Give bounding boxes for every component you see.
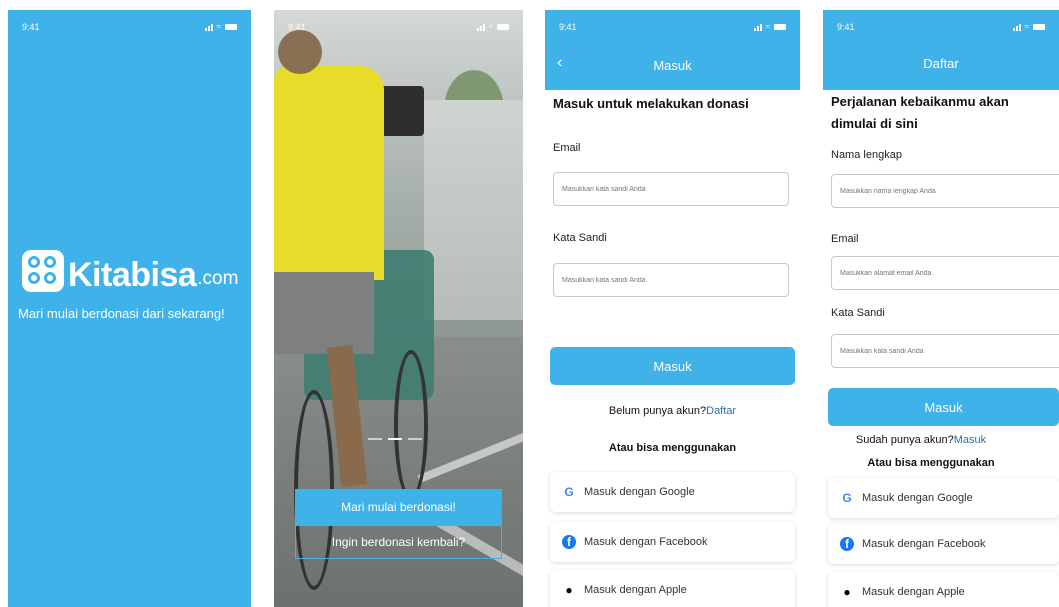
apple-login-button[interactable]: ● Masuk dengan Apple [828, 572, 1059, 607]
status-bar: 9:41 ≈ [288, 20, 509, 34]
google-icon: G [564, 485, 574, 499]
register-heading-line2: dimulai di sini [831, 116, 918, 131]
signal-icon [1012, 23, 1021, 31]
signal-icon [204, 23, 213, 31]
facebook-login-button[interactable]: f Masuk dengan Facebook [550, 522, 795, 562]
wifi-icon: ≈ [765, 22, 770, 31]
kitabisa-logo-icon [22, 250, 64, 292]
brand-suffix: .com [197, 268, 239, 289]
splash-screen: 9:41 ≈ Kitabisa .com Mari mulai berdonas… [8, 10, 251, 607]
status-bar: 9:41 ≈ [559, 20, 786, 34]
onboarding-screen: 9:41 ≈ Mari mulai berdonasi! Ingin berdo… [274, 10, 523, 607]
status-time: 9:41 [288, 22, 306, 32]
register-submit-button[interactable]: Masuk [828, 388, 1059, 426]
apple-login-button[interactable]: ● Masuk dengan Apple [550, 570, 795, 607]
email-input[interactable] [831, 256, 1059, 290]
password-label: Kata Sandi [553, 232, 607, 244]
wifi-icon: ≈ [488, 22, 493, 31]
alt-login-text: Atau bisa menggunakan [608, 442, 737, 454]
splash-tagline: Mari mulai berdonasi dari sekarang! [18, 306, 225, 321]
register-heading-line1: Perjalanan kebaikanmu akan [831, 94, 1009, 109]
google-icon: G [842, 491, 852, 505]
pedicab-wheel [394, 350, 428, 500]
page-title: Daftar [923, 56, 959, 71]
page-title: Masuk [653, 58, 692, 73]
wifi-icon: ≈ [1024, 22, 1029, 31]
battery-icon [497, 24, 509, 30]
login-link[interactable]: Masuk [954, 434, 986, 446]
google-login-button[interactable]: G Masuk dengan Google [550, 472, 795, 512]
signal-icon [753, 23, 762, 31]
email-input[interactable] [553, 172, 789, 206]
password-input[interactable] [831, 334, 1059, 368]
password-input[interactable] [553, 263, 789, 297]
apple-icon: ● [843, 585, 851, 599]
battery-icon [774, 24, 786, 30]
login-prompt: Sudah punya akun?Masuk [855, 434, 987, 446]
login-submit-button[interactable]: Masuk [550, 347, 795, 385]
status-time: 9:41 [559, 22, 577, 32]
facebook-icon: f [840, 537, 854, 551]
status-bar: 9:41 ≈ [837, 20, 1045, 34]
apple-icon: ● [565, 583, 573, 597]
login-screen: 9:41 ≈ ‹ Masuk Masuk untuk melakukan don… [545, 10, 800, 607]
page-indicator [368, 438, 422, 440]
donate-again-button[interactable]: Ingin berdonasi kembali? [295, 525, 502, 559]
signal-icon [476, 23, 485, 31]
status-time: 9:41 [22, 22, 40, 32]
name-label: Nama lengkap [831, 149, 902, 161]
facebook-login-button[interactable]: f Masuk dengan Facebook [828, 524, 1059, 564]
brand-name: Kitabisa [68, 256, 197, 294]
kitabisa-logo: Kitabisa .com [22, 250, 238, 292]
battery-icon [225, 24, 237, 30]
register-header: 9:41 ≈ Daftar [823, 10, 1059, 90]
password-label: Kata Sandi [831, 307, 885, 319]
man-figure [274, 66, 384, 280]
alt-login-text: Atau bisa menggunakan [867, 457, 995, 469]
login-header: 9:41 ≈ ‹ Masuk [545, 10, 800, 90]
start-donating-button[interactable]: Mari mulai berdonasi! [295, 489, 502, 525]
name-input[interactable] [831, 174, 1059, 208]
battery-icon [1033, 24, 1045, 30]
register-prompt: Belum punya akun?Daftar [608, 405, 737, 417]
email-label: Email [553, 142, 581, 154]
register-screen: 9:41 ≈ Daftar Perjalanan kebaikanmu akan… [823, 10, 1059, 607]
login-heading: Masuk untuk melakukan donasi [553, 96, 749, 111]
background-wall [424, 100, 523, 320]
wifi-icon: ≈ [216, 22, 221, 31]
facebook-icon: f [562, 535, 576, 549]
status-bar: 9:41 ≈ [22, 20, 237, 34]
google-login-button[interactable]: G Masuk dengan Google [828, 478, 1059, 518]
email-label: Email [831, 233, 859, 245]
status-time: 9:41 [837, 22, 855, 32]
register-link[interactable]: Daftar [706, 405, 736, 417]
